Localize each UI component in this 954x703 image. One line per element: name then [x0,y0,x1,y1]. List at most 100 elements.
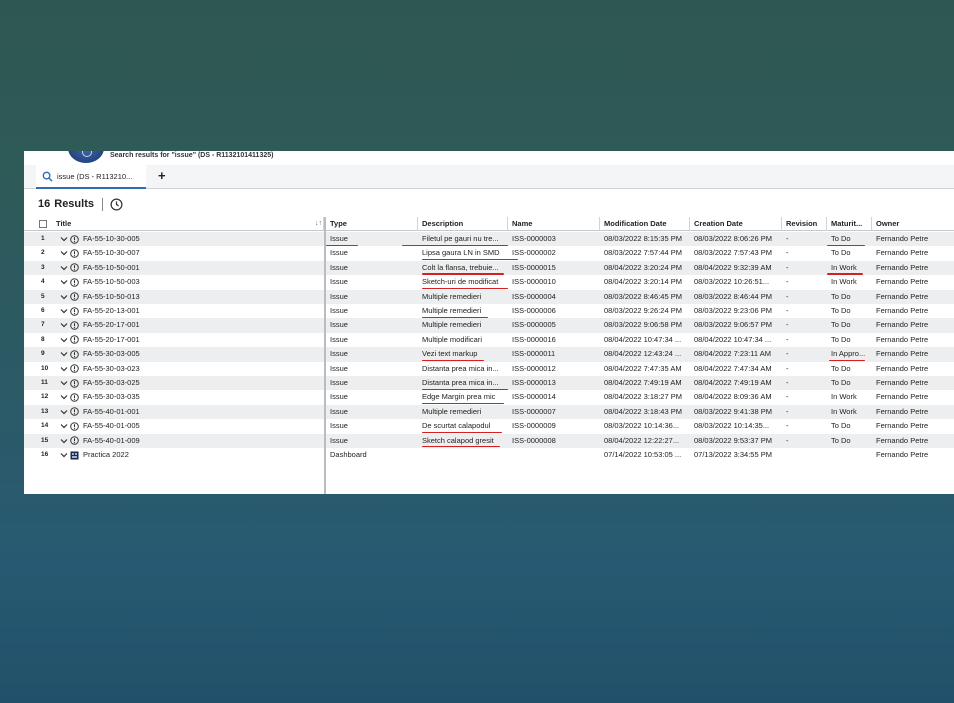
chevron-down-icon[interactable] [60,365,68,373]
table-row[interactable]: 6 FA-55-20-13-001 Issue Multiple remedieri I… [24,304,954,318]
cell-name: ISS-0000003 [512,234,556,243]
chevron-down-icon[interactable] [60,350,68,358]
tab-issue-search[interactable]: issue (DS - R113210... [36,165,146,189]
chevron-down-icon[interactable] [60,278,68,286]
cell-revision: - [786,363,789,373]
cell-modified: 08/04/2022 3:18:43 PM [604,406,682,416]
chevron-down-icon[interactable] [60,379,68,387]
chevron-down-icon[interactable] [60,451,68,459]
chevron-down-icon[interactable] [60,393,68,401]
annotation-underline [827,244,865,246]
results-grid: Title ↓↑ Type Description Name Modificat… [24,217,954,494]
table-row[interactable]: 9 FA-55-30-03-005 Issue Vezi text markup ISS… [24,347,954,362]
cell-title[interactable]: FA-55-30-03-035 [80,390,325,404]
cell-name: ISS-0000010 [512,277,556,287]
cell-modified: 08/03/2022 8:46:45 PM [604,291,682,301]
cell-title[interactable]: FA-55-10-30-007 [80,246,325,260]
issue-icon [70,292,79,301]
issue-icon [70,378,79,388]
cell-created: 08/03/2022 10:26:51... [694,277,770,287]
table-row[interactable]: 5 FA-55-10-50-013 Issue Multiple remedieri I… [24,289,954,304]
chevron-down-icon[interactable] [60,422,68,430]
cell-modified: 08/04/2022 12:43:24 ... [604,349,682,359]
column-creation-date[interactable]: Creation Date [690,217,782,231]
sort-icon[interactable]: ↓↑ [315,220,322,227]
table-row[interactable]: 7 FA-55-20-17-001 Issue Multiple remedieri I… [24,318,954,333]
column-title[interactable]: Title [52,217,324,231]
cell-maturity: To Do [831,421,851,431]
cell-type: Issue [330,262,348,272]
column-modification-date[interactable]: Modification Date [600,217,690,231]
cell-title[interactable]: FA-55-10-50-013 [80,290,325,304]
cell-revision: - [786,306,789,315]
cell-maturity: To Do [831,320,851,330]
cell-modified: 08/03/2022 9:06:58 PM [604,320,682,330]
cell-type: Issue [330,421,348,431]
cell-title[interactable]: FA-55-20-13-001 [80,304,325,318]
select-all-checkbox[interactable] [39,220,47,228]
annotation-underline [326,244,358,246]
cell-revision: - [786,349,789,359]
annotation-underline [422,316,488,318]
chevron-down-icon[interactable] [60,321,68,329]
cell-created: 08/03/2022 9:06:57 PM [694,320,772,330]
title-panel-divider[interactable] [324,217,326,494]
cell-type: Issue [330,277,348,287]
chevron-down-icon[interactable] [60,408,68,416]
chevron-down-icon[interactable] [60,336,68,344]
cell-title[interactable]: FA-55-30-03-005 [80,347,325,361]
issue-icon [70,249,79,258]
cell-name: ISS-0000014 [512,392,556,402]
column-type[interactable]: Type [326,217,418,231]
column-revision[interactable]: Revision [782,217,827,231]
cell-modified: 08/04/2022 3:20:14 PM [604,277,682,287]
cell-title[interactable]: FA-55-10-50-001 [80,261,325,275]
cell-created: 08/03/2022 8:46:44 PM [694,291,772,301]
cell-name: ISS-0000009 [512,421,556,431]
cell-modified: 08/04/2022 12:22:27... [604,435,680,445]
column-description[interactable]: Description [418,217,508,231]
cell-title[interactable]: FA-55-20-17-001 [80,333,325,347]
row-number: 12 [41,393,49,401]
table-row[interactable]: 10 FA-55-30-03-023 Issue Distanta prea mica… [24,362,954,376]
cell-modified: 08/03/2022 10:14:36... [604,421,680,431]
column-maturity[interactable]: Maturit... [827,217,872,231]
chevron-down-icon[interactable] [60,235,68,243]
row-number: 14 [41,422,49,430]
cell-title[interactable]: Practica 2022 [80,448,325,462]
cell-created: 08/04/2022 9:32:39 AM [694,262,772,272]
cell-title[interactable]: FA-55-10-30-005 [80,232,325,246]
search-caption: Search results for "issue" (DS - R113210… [110,152,274,159]
add-tab-button[interactable]: + [158,168,166,183]
cell-created: 08/04/2022 7:23:11 AM [694,349,772,359]
screenshot-panel: Search results for "issue" (DS - R113210… [24,151,954,494]
row-number: 1 [41,235,45,242]
chevron-down-icon[interactable] [60,249,68,257]
cell-title[interactable]: FA-55-30-03-023 [80,362,325,376]
cell-title[interactable]: FA-55-40-01-001 [80,405,325,419]
column-owner[interactable]: Owner [872,217,954,231]
clock-icon[interactable] [110,198,123,211]
cell-name [508,448,600,462]
cell-modified: 08/03/2022 8:15:35 PM [604,234,682,243]
cell-title[interactable]: FA-55-20-17-001 [80,318,325,332]
row-number: 15 [41,436,49,444]
cell-maturity: To Do [831,248,851,258]
table-row[interactable]: 16 Practica 2022 Dashboard 07/14/2022 10:53… [24,448,954,462]
table-row[interactable]: 13 FA-55-40-01-001 Issue Multiple remedieri… [24,404,954,420]
cell-title[interactable]: FA-55-10-50-003 [80,275,325,289]
cell-title[interactable]: FA-55-40-01-009 [80,434,325,448]
table-row[interactable]: 8 FA-55-20-17-001 Issue Multiple modificari… [24,333,954,347]
cell-created: 08/03/2022 7:57:43 PM [694,248,772,258]
chevron-down-icon[interactable] [60,437,68,445]
chevron-down-icon[interactable] [60,307,68,315]
cell-owner: Fernando Petre [876,234,929,243]
cell-owner: Fernando Petre [876,320,929,330]
chevron-down-icon[interactable] [60,293,68,301]
cell-title[interactable]: FA-55-40-01-005 [80,419,325,433]
cell-title[interactable]: FA-55-30-03-025 [80,376,325,390]
cell-description: Multiple modificari [422,334,483,344]
cell-description [418,448,508,462]
column-name[interactable]: Name [508,217,600,231]
chevron-down-icon[interactable] [60,264,68,272]
